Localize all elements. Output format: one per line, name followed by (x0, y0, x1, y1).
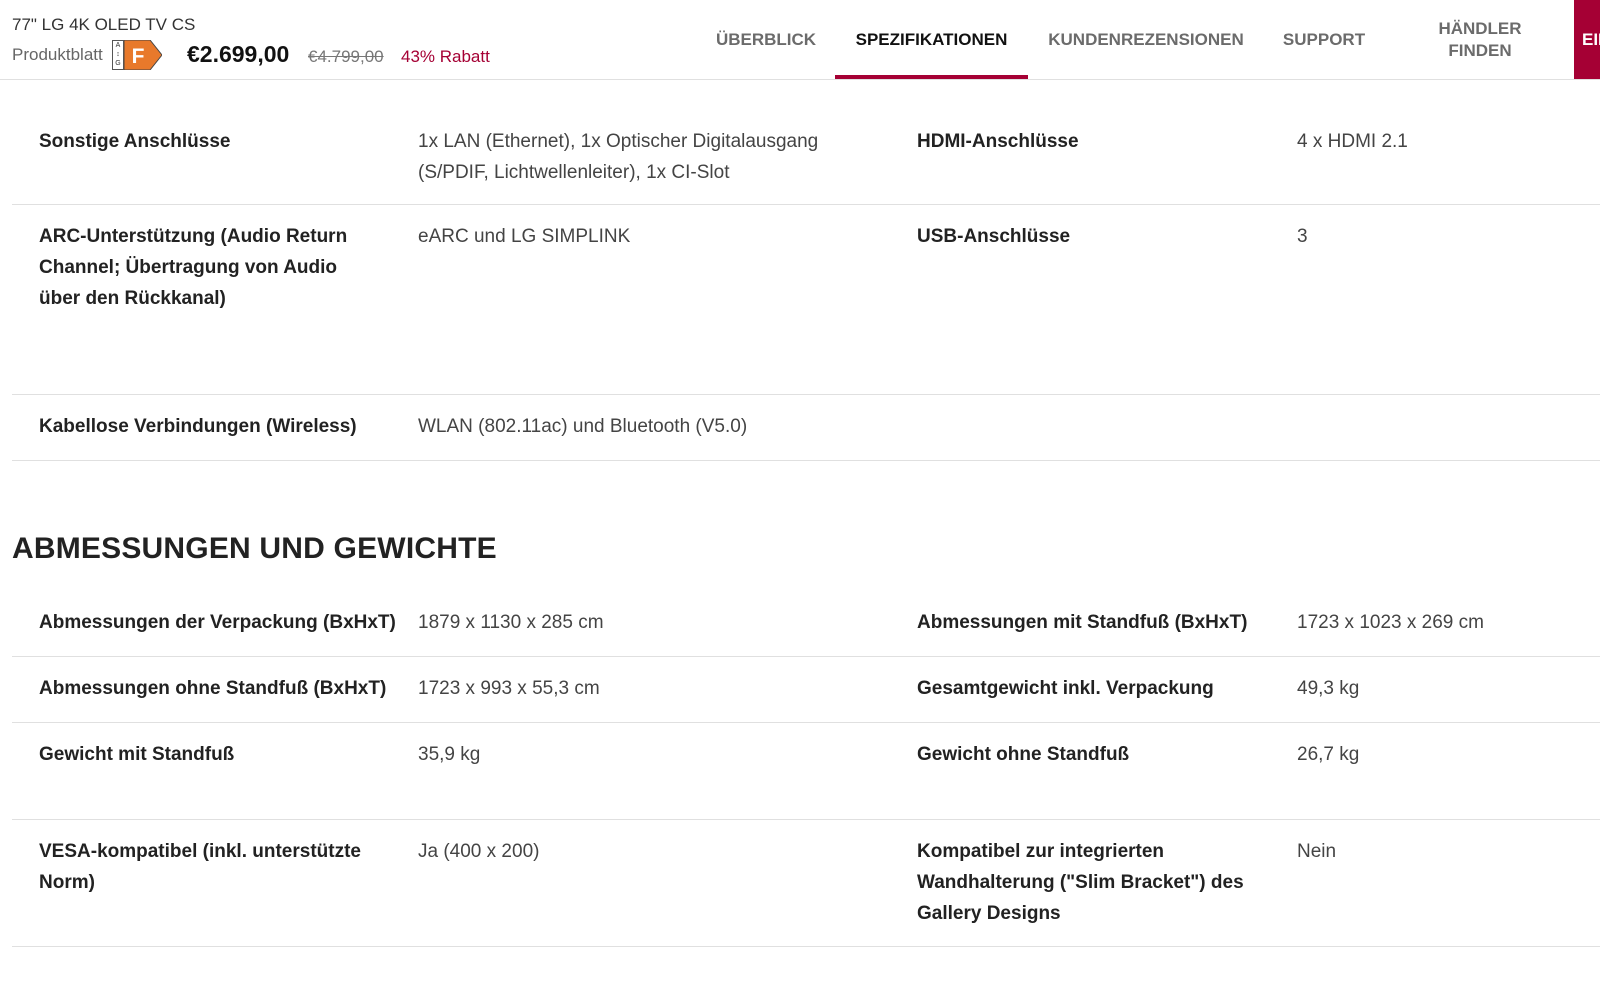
spec-row: Abmessungen der Verpackung (BxHxT) 1879 … (12, 591, 1600, 657)
spec-label: ARC-Unterstützung (Audio Return Channel;… (39, 226, 348, 309)
current-price: €2.699,00 (187, 41, 290, 67)
spec-row: Abmessungen ohne Standfuß (BxHxT) 1723 x… (12, 657, 1600, 723)
spec-value: WLAN (802.11ac) und Bluetooth (V5.0) (418, 416, 748, 437)
tab-specifications[interactable]: SPEZIFIKATIONEN (835, 0, 1028, 79)
tab-overview[interactable]: ÜBERBLICK (710, 0, 822, 79)
sticky-header: 77" LG 4K OLED TV CS Produktblatt A ↕ G F … (0, 0, 1600, 80)
energy-scale-icon: A ↕ G (112, 40, 124, 70)
spec-value: 35,9 kg (418, 744, 481, 765)
buy-button[interactable]: EIN (1574, 0, 1600, 79)
spec-value: 1723 x 1023 x 269 cm (1297, 612, 1484, 633)
tab-support[interactable]: SUPPORT (1280, 0, 1368, 79)
spec-row: Sonstige Anschlüsse 1x LAN (Ethernet), 1… (12, 112, 1600, 205)
spec-value: 4 x HDMI 2.1 (1297, 131, 1408, 152)
spec-value: 49,3 kg (1297, 678, 1360, 699)
energy-class-letter: F (132, 45, 145, 68)
spec-value: 26,7 kg (1297, 744, 1360, 765)
tab-customer-reviews[interactable]: KUNDENREZENSIONEN (1042, 0, 1250, 79)
spec-label: HDMI-Anschlüsse (917, 131, 1079, 152)
spec-label: Gewicht mit Standfuß (39, 744, 235, 765)
spec-label: VESA-kompatibel (inkl. unterstützte Norm… (39, 841, 361, 893)
spec-value: 3 (1297, 226, 1308, 247)
spec-value: 1x LAN (Ethernet), 1x Optischer Digitala… (418, 131, 819, 183)
spec-row: VESA-kompatibel (inkl. unterstützte Norm… (12, 820, 1600, 947)
spec-label: USB-Anschlüsse (917, 226, 1071, 247)
spec-row: Kabellose Verbindungen (Wireless) WLAN (… (12, 395, 1600, 461)
spec-label: Kompatibel zur integrierten Wandhalterun… (917, 841, 1244, 924)
spec-value: Ja (400 x 200) (418, 841, 540, 862)
energy-class-arrow-icon: F (124, 40, 162, 70)
spec-value: eARC und LG SIMPLINK (418, 226, 631, 247)
spec-label: Abmessungen ohne Standfuß (BxHxT) (39, 678, 387, 699)
spec-label: Gesamtgewicht inkl. Verpackung (917, 678, 1214, 699)
product-title: 77" LG 4K OLED TV CS (12, 15, 196, 34)
spec-value: Nein (1297, 841, 1337, 862)
energy-label-badge[interactable]: A ↕ G F (112, 40, 162, 70)
tab-find-dealer[interactable]: HÄNDLER FINDEN (1430, 0, 1530, 79)
spec-value: 1879 x 1130 x 285 cm (418, 612, 604, 633)
spec-label: Abmessungen mit Standfuß (BxHxT) (917, 612, 1248, 633)
spec-label: Abmessungen der Verpackung (BxHxT) (39, 612, 396, 633)
spec-label: Gewicht ohne Standfuß (917, 744, 1130, 765)
spec-label: Kabellose Verbindungen (Wireless) (39, 416, 357, 437)
old-price: €4.799,00 (308, 47, 384, 66)
spec-label: Sonstige Anschlüsse (39, 131, 231, 152)
spec-row: ARC-Unterstützung (Audio Return Channel;… (12, 205, 1600, 395)
discount-badge: 43% Rabatt (401, 47, 490, 66)
spec-value: 1723 x 993 x 55,3 cm (418, 678, 600, 699)
section-heading-dimensions: ABMESSUNGEN UND GEWICHTE (12, 532, 497, 565)
spec-row: Gewicht mit Standfuß 35,9 kg Gewicht ohn… (12, 723, 1600, 820)
product-sheet-link[interactable]: Produktblatt (12, 45, 103, 65)
